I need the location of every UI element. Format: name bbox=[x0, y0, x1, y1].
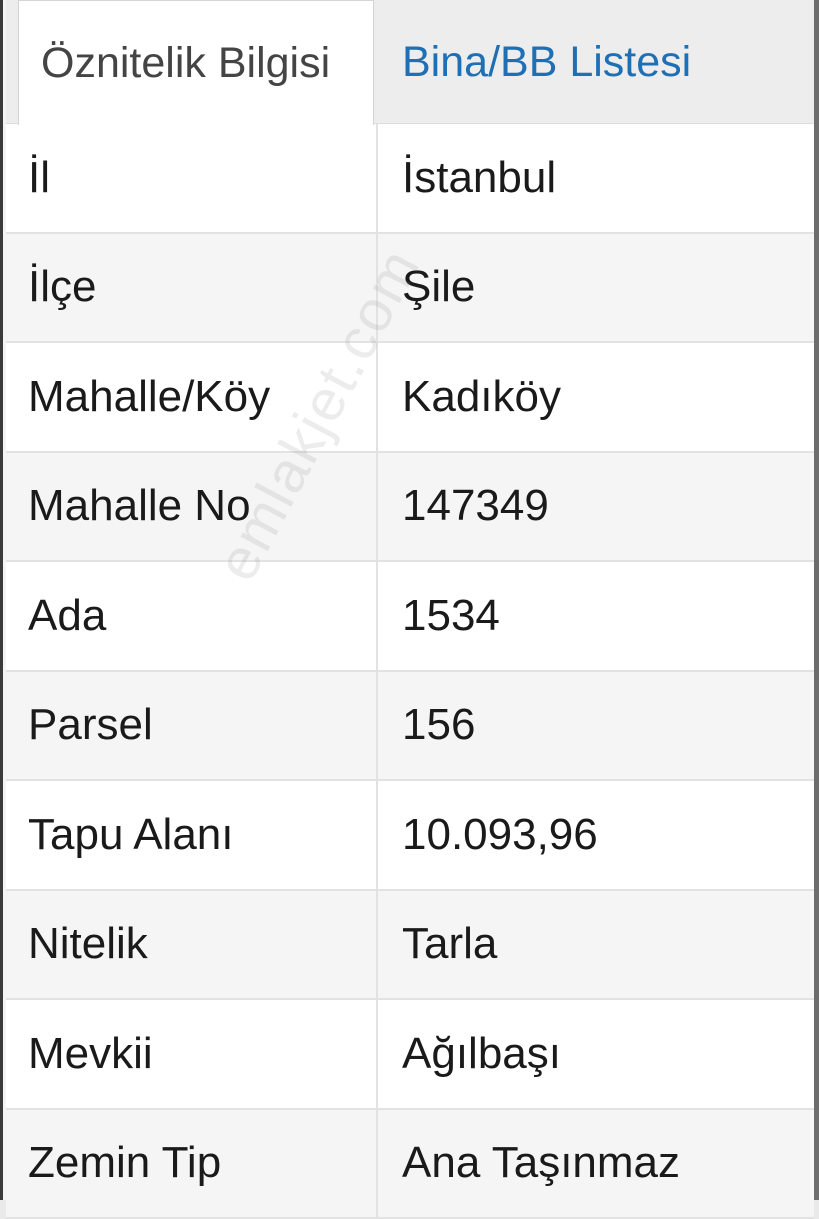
row-value: Ana Taşınmaz bbox=[378, 1110, 814, 1218]
table-row: Zemin Tip Ana Taşınmaz bbox=[6, 1110, 814, 1219]
row-key: Zemin Tip bbox=[6, 1110, 378, 1218]
row-value: 10.093,96 bbox=[378, 781, 814, 889]
row-value: 156 bbox=[378, 672, 814, 780]
table-row: İlçe Şile bbox=[6, 234, 814, 344]
row-key: Mahalle/Köy bbox=[6, 343, 378, 451]
row-key: Tapu Alanı bbox=[6, 781, 378, 889]
row-key: Parsel bbox=[6, 672, 378, 780]
row-key: İlçe bbox=[6, 234, 378, 342]
row-value: Kadıköy bbox=[378, 343, 814, 451]
tab-attribute-info[interactable]: Öznitelik Bilgisi bbox=[18, 0, 374, 125]
row-value: Ağılbaşı bbox=[378, 1000, 814, 1108]
table-row: İl İstanbul bbox=[6, 124, 814, 234]
row-key: Nitelik bbox=[6, 891, 378, 999]
tab-label: Öznitelik Bilgisi bbox=[41, 39, 330, 88]
table-row: Ada 1534 bbox=[6, 562, 814, 672]
row-value: 1534 bbox=[378, 562, 814, 670]
tab-label: Bina/BB Listesi bbox=[402, 38, 691, 87]
tab-building-list[interactable]: Bina/BB Listesi bbox=[402, 0, 802, 124]
table-row: Tapu Alanı 10.093,96 bbox=[6, 781, 814, 891]
tab-bar: Öznitelik Bilgisi Bina/BB Listesi bbox=[6, 0, 814, 124]
table-row: Nitelik Tarla bbox=[6, 891, 814, 1001]
table-row: Mahalle No 147349 bbox=[6, 453, 814, 563]
row-key: Mevkii bbox=[6, 1000, 378, 1108]
row-key: Mahalle No bbox=[6, 453, 378, 561]
row-value: İstanbul bbox=[378, 124, 814, 232]
row-value: Tarla bbox=[378, 891, 814, 999]
row-key: İl bbox=[6, 124, 378, 232]
attribute-table: İl İstanbul İlçe Şile Mahalle/Köy Kadıkö… bbox=[6, 124, 814, 1200]
row-value: Şile bbox=[378, 234, 814, 342]
table-row: Mevkii Ağılbaşı bbox=[6, 1000, 814, 1110]
table-row: Mahalle/Köy Kadıköy bbox=[6, 343, 814, 453]
row-value: 147349 bbox=[378, 453, 814, 561]
table-row: Parsel 156 bbox=[6, 672, 814, 782]
row-key: Ada bbox=[6, 562, 378, 670]
attribute-panel: Öznitelik Bilgisi Bina/BB Listesi İl İst… bbox=[0, 0, 819, 1200]
